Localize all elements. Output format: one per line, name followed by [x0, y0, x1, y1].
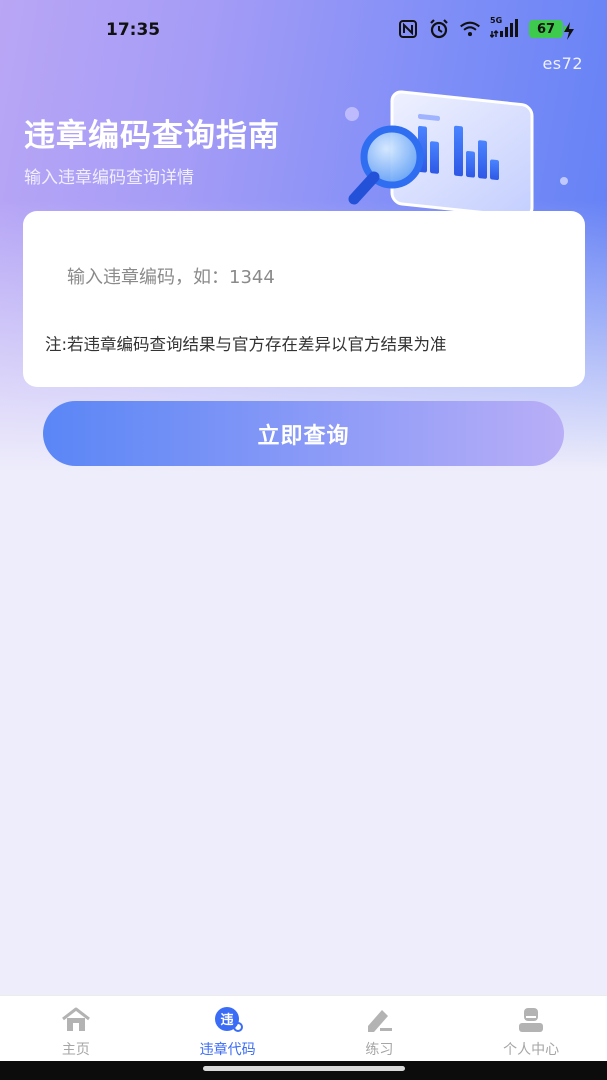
status-bar: 17:35 5G 67 [0, 0, 607, 62]
query-button[interactable]: 立即查询 [43, 401, 564, 466]
tab-profile[interactable]: 个人中心 [455, 996, 607, 1061]
wifi-icon [459, 18, 481, 40]
alarm-icon [428, 18, 450, 40]
status-time: 17:35 [106, 20, 161, 40]
charging-icon [563, 22, 575, 44]
home-indicator[interactable] [203, 1066, 405, 1071]
tab-practice-label: 练习 [365, 1042, 394, 1058]
practice-icon [363, 1005, 395, 1035]
violation-code-input[interactable] [67, 259, 537, 295]
disclaimer-note: 注:若违章编码查询结果与官方存在差异以官方结果为准 [45, 335, 447, 354]
tab-practice[interactable]: 练习 [304, 996, 456, 1061]
tab-violation-code[interactable]: 违 违章代码 [152, 996, 304, 1061]
nfc-icon [397, 18, 419, 40]
tab-home-label: 主页 [61, 1042, 90, 1058]
svg-text:违: 违 [220, 1012, 233, 1028]
bottom-tab-bar: 主页 违 违章代码 练习 个人中心 [0, 995, 607, 1061]
version-label: es72 [542, 54, 583, 73]
battery-icon: 67 [529, 20, 567, 38]
status-icons: 5G 67 [397, 16, 567, 40]
signal-icon: 5G [490, 16, 520, 40]
query-card: 注:若违章编码查询结果与官方存在差异以官方结果为准 [23, 211, 585, 387]
tab-violation-code-label: 违章代码 [199, 1042, 256, 1058]
hero-chart-magnifier-illustration [340, 85, 580, 220]
violation-code-icon: 违 [212, 1005, 244, 1035]
home-icon [60, 1005, 92, 1035]
page-title: 违章编码查询指南 [24, 118, 280, 154]
page-subtitle: 输入违章编码查询详情 [24, 168, 194, 188]
network-type-label: 5G [490, 16, 503, 25]
profile-icon [515, 1005, 547, 1035]
tab-profile-label: 个人中心 [503, 1042, 560, 1058]
tab-home[interactable]: 主页 [0, 996, 152, 1061]
